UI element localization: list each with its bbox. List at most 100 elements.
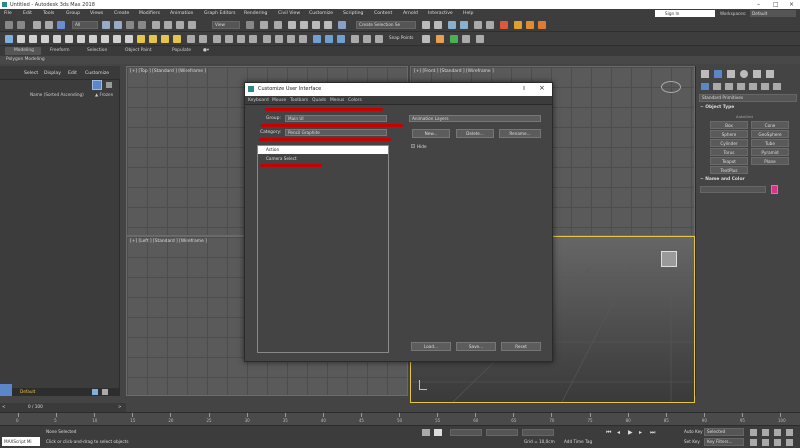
list-item[interactable]: Camera Select (266, 156, 297, 161)
lights-icon[interactable] (725, 83, 733, 90)
angle-snap-icon[interactable] (300, 21, 308, 29)
time-slider[interactable]: < 0 / 100 > (0, 403, 126, 412)
action-list-header[interactable]: Action (258, 146, 388, 154)
menu-interactive[interactable]: Interactive (428, 11, 453, 16)
teapot-button[interactable]: Teapot (710, 157, 748, 165)
material-editor-icon[interactable] (500, 21, 508, 29)
tab-populate[interactable]: Populate (172, 48, 191, 53)
viewport-layout-icon[interactable] (422, 35, 430, 43)
spot-light-icon[interactable] (161, 35, 169, 43)
torus-button[interactable]: Torus (710, 148, 748, 156)
cone-button[interactable]: Cone (751, 121, 789, 129)
time-slider-next-icon[interactable]: > (118, 404, 122, 409)
viewcube-icon[interactable] (661, 81, 681, 93)
group-dropdown[interactable]: Main UI (285, 115, 387, 122)
pyramid-create-icon[interactable] (113, 35, 121, 43)
sign-in-button[interactable]: Sign In (655, 10, 715, 17)
ribbon-options-icon[interactable]: ●▾ (203, 48, 209, 53)
motion-tab-icon[interactable] (740, 70, 748, 78)
menu-dropdown[interactable]: Animation Layers (409, 115, 541, 122)
set-key-button[interactable]: Set Key (684, 439, 700, 444)
tab-keyboard[interactable]: Keyboard (248, 98, 269, 103)
explorer-menu-customize[interactable]: Customize (85, 71, 109, 76)
column-header-frozen[interactable]: ▲ Frozen (95, 92, 113, 97)
render-production-icon[interactable] (538, 21, 546, 29)
sphere-create-icon[interactable] (29, 35, 37, 43)
z-coord-field[interactable] (522, 429, 554, 436)
geosphere-create-icon[interactable] (89, 35, 97, 43)
curve-editor-icon[interactable] (474, 21, 482, 29)
column-header-name[interactable]: Name (Sorted Ascending) (30, 92, 84, 97)
uvw-map-icon[interactable] (351, 35, 359, 43)
close-icon[interactable]: × (789, 1, 794, 8)
align-icon[interactable] (434, 21, 442, 29)
orbit-icon[interactable] (774, 429, 781, 436)
placement-icon[interactable] (188, 21, 196, 29)
tab-quads[interactable]: Quads (312, 98, 326, 103)
teapot-create-icon[interactable] (65, 35, 73, 43)
menu-tools[interactable]: Tools (43, 11, 54, 16)
current-layer-label[interactable]: Default (20, 389, 35, 394)
tab-colors[interactable]: Colors (348, 98, 362, 103)
toggle-scene-explorer-icon[interactable] (448, 21, 456, 29)
lock-selection-icon[interactable] (434, 429, 442, 436)
taper-modifier-icon[interactable] (299, 35, 307, 43)
maximize-icon[interactable]: □ (773, 1, 779, 8)
tube-create-icon[interactable] (101, 35, 109, 43)
scene-explorer-icon[interactable] (102, 389, 108, 395)
render-frame-icon[interactable] (476, 35, 484, 43)
field-of-view-icon[interactable] (762, 439, 769, 446)
plane-create-icon[interactable] (125, 35, 133, 43)
unlink-icon[interactable] (45, 21, 53, 29)
maximize-viewport-icon[interactable] (786, 429, 793, 436)
percent-snap-icon[interactable] (312, 21, 320, 29)
tab-mouse[interactable]: Mouse (272, 98, 286, 103)
layer-explorer-icon[interactable] (92, 389, 98, 395)
plane-button[interactable]: Plane (751, 157, 789, 165)
tab-freeform[interactable]: Freeform (50, 48, 70, 53)
circle-create-icon[interactable] (237, 35, 245, 43)
cylinder-create-icon[interactable] (41, 35, 49, 43)
modify-tab-icon[interactable] (714, 70, 722, 78)
box-create-icon[interactable] (17, 35, 25, 43)
pivot-icon[interactable] (246, 21, 254, 29)
menu-scripting[interactable]: Scripting (343, 11, 363, 16)
zoom-icon[interactable] (750, 429, 757, 436)
star-create-icon[interactable] (249, 35, 257, 43)
viewport-front-label[interactable]: [+] [Front ] [Standard ] [Wireframe ] (414, 69, 494, 74)
ffd-modifier-icon[interactable] (313, 35, 321, 43)
menu-modifiers[interactable]: Modifiers (139, 11, 160, 16)
category-dropdown[interactable]: Pencil Graphite (285, 129, 387, 136)
dialog-minimize-icon[interactable]: ı (523, 84, 525, 92)
spinner-snap-icon[interactable] (324, 21, 332, 29)
undo-icon[interactable] (5, 21, 13, 29)
action-list[interactable]: Action Camera Select (257, 145, 389, 353)
omni-light-icon[interactable] (149, 35, 157, 43)
cone-create-icon[interactable] (77, 35, 85, 43)
named-selection-set-dropdown[interactable]: Create Selection Se (356, 21, 416, 29)
textplus-button[interactable]: TextPlus (710, 166, 748, 174)
polygon-modeling-label[interactable]: Polygon Modeling (6, 57, 45, 62)
bend-modifier-icon[interactable] (275, 35, 283, 43)
object-name-field[interactable] (700, 186, 766, 193)
edit-named-selections-icon[interactable] (338, 21, 346, 29)
pyramid-button[interactable]: Pyramid (751, 148, 789, 156)
smooth-modifier-icon[interactable] (375, 35, 383, 43)
pan-icon[interactable] (750, 439, 757, 446)
reference-coord-dropdown[interactable]: View (212, 21, 240, 29)
torus-create-icon[interactable] (53, 35, 61, 43)
utilities-tab-icon[interactable] (766, 70, 774, 78)
viewport-left-label[interactable]: [+] [Left ] [Standard ] [Wireframe ] (130, 239, 207, 244)
menu-edit[interactable]: Edit (23, 11, 32, 16)
explorer-menu-edit[interactable]: Edit (68, 71, 77, 76)
menu-file[interactable]: File (4, 11, 12, 16)
dialog-close-icon[interactable]: × (539, 84, 545, 92)
spacewarps-icon[interactable] (761, 83, 769, 90)
helper-create-icon[interactable] (199, 35, 207, 43)
bind-spacewarp-icon[interactable] (57, 21, 65, 29)
tab-menus[interactable]: Menus (330, 98, 344, 103)
autodesk-exchange-icon[interactable] (436, 35, 444, 43)
display-tab-icon[interactable] (753, 70, 761, 78)
filter-icon[interactable] (92, 80, 102, 90)
modifier-icon[interactable] (263, 35, 271, 43)
